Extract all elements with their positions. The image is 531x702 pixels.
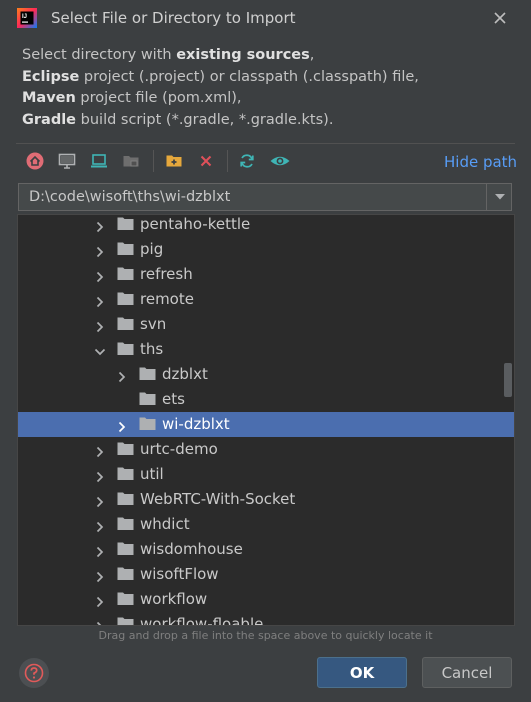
folder-icon — [117, 591, 134, 606]
tree-item-label: wi-dzblxt — [162, 415, 230, 433]
chevron-right-icon[interactable] — [94, 243, 106, 258]
import-description: Select directory with existing sources, … — [22, 45, 419, 131]
refresh-icon[interactable] — [235, 150, 259, 172]
chevron-right-icon[interactable] — [94, 568, 106, 583]
delete-icon[interactable] — [194, 150, 218, 172]
path-input[interactable] — [19, 184, 485, 210]
folder-icon — [117, 291, 134, 306]
tree-item-label: wisoftFlow — [140, 565, 219, 583]
folder-icon — [139, 416, 156, 431]
tree-item[interactable]: urtc-demo — [18, 437, 514, 462]
help-icon[interactable] — [19, 658, 49, 688]
tree-item[interactable]: remote — [18, 287, 514, 312]
tree-item[interactable]: util — [18, 462, 514, 487]
tree-item-label: workflow — [140, 590, 208, 608]
home-icon[interactable] — [23, 150, 47, 172]
description-line-1: Select directory with existing sources, — [22, 47, 315, 63]
chevron-right-icon[interactable] — [94, 268, 106, 283]
chevron-right-icon[interactable] — [94, 493, 106, 508]
tree-item-label: pentaho-kettle — [140, 215, 251, 233]
tree-item[interactable]: svn — [18, 312, 514, 337]
chevron-right-icon[interactable] — [94, 318, 106, 333]
new-folder-icon[interactable] — [162, 150, 186, 172]
tree-item-label: refresh — [140, 265, 193, 283]
tree-item[interactable]: wi-dzblxt — [18, 412, 514, 437]
directory-tree[interactable]: pentaho-kettle pig refresh remote svn ths dzbl… — [17, 214, 515, 626]
tree-item-label: dzblxt — [162, 365, 208, 383]
folder-icon — [117, 241, 134, 256]
path-combobox[interactable] — [18, 183, 512, 211]
chevron-right-icon[interactable] — [94, 543, 106, 558]
divider — [16, 143, 515, 144]
folder-icon — [117, 441, 134, 456]
tree-item[interactable]: workflow — [18, 587, 514, 612]
description-line-2: Eclipse project (.project) or classpath … — [22, 68, 419, 85]
tree-item-label: urtc-demo — [140, 440, 218, 458]
tree-item[interactable]: pentaho-kettle — [18, 215, 514, 237]
toolbar-separator — [227, 150, 228, 172]
description-line-3: Maven project file (pom.xml), — [22, 90, 242, 106]
tree-item-label: ets — [162, 390, 185, 408]
chevron-right-icon[interactable] — [94, 593, 106, 608]
chevron-down-icon[interactable] — [486, 184, 512, 210]
tree-item-label: pig — [140, 240, 164, 258]
chevron-right-icon[interactable] — [116, 368, 128, 383]
folder-icon — [117, 541, 134, 556]
folder-icon — [117, 216, 134, 231]
folder-icon — [117, 516, 134, 531]
desktop-icon[interactable] — [55, 150, 79, 172]
tree-item[interactable]: dzblxt — [18, 362, 514, 387]
chevron-right-icon[interactable] — [116, 418, 128, 433]
tree-item[interactable]: workflow-floable — [18, 612, 514, 626]
drag-drop-hint: Drag and drop a file into the space abov… — [98, 629, 433, 642]
tree-item[interactable]: ths — [18, 337, 514, 362]
svg-text:IJ: IJ — [22, 14, 27, 20]
folder-icon — [117, 341, 134, 356]
chevron-right-icon[interactable] — [94, 468, 106, 483]
tree-item[interactable]: ets — [18, 387, 514, 412]
show-hidden-icon[interactable] — [268, 150, 292, 172]
folder-icon — [139, 366, 156, 381]
ok-button[interactable]: OK — [317, 657, 407, 688]
chevron-right-icon[interactable] — [94, 443, 106, 458]
chevron-right-icon[interactable] — [94, 518, 106, 533]
close-icon[interactable] — [488, 6, 512, 30]
folder-icon — [117, 466, 134, 481]
chevron-right-icon[interactable] — [94, 618, 106, 625]
cancel-button[interactable]: Cancel — [422, 657, 512, 688]
tree-item-label: ths — [140, 340, 164, 358]
folder-icon — [117, 566, 134, 581]
tree-item-label: remote — [140, 290, 194, 308]
tree-item[interactable]: whdict — [18, 512, 514, 537]
description-line-4: Gradle build script (*.gradle, *.gradle.… — [22, 111, 334, 128]
tree-item-label: wisdomhouse — [140, 540, 243, 558]
folder-icon — [117, 266, 134, 281]
dialog-title: Select File or Directory to Import — [51, 9, 296, 27]
toolbar-separator — [153, 150, 154, 172]
folder-icon — [117, 316, 134, 331]
tree-item[interactable]: WebRTC-With-Socket — [18, 487, 514, 512]
tree-item[interactable]: wisdomhouse — [18, 537, 514, 562]
chevron-right-icon[interactable] — [94, 293, 106, 308]
tree-item-label: workflow-floable — [140, 615, 264, 626]
tree-item-label: WebRTC-With-Socket — [140, 490, 296, 508]
module-icon[interactable] — [119, 150, 143, 172]
folder-icon — [117, 616, 134, 625]
intellij-idea-icon: IJ — [17, 8, 37, 28]
chevron-right-icon[interactable] — [94, 218, 106, 233]
title-bar: IJ Select File or Directory to Import — [0, 0, 531, 36]
tree-item-label: util — [140, 465, 164, 483]
tree-item[interactable]: refresh — [18, 262, 514, 287]
folder-icon — [117, 491, 134, 506]
tree-scrollbar[interactable] — [504, 363, 512, 397]
tree-item-label: svn — [140, 315, 167, 333]
tree-item-label: whdict — [140, 515, 190, 533]
project-icon[interactable] — [87, 150, 111, 172]
folder-icon — [139, 391, 156, 406]
hide-path-link[interactable]: Hide path — [444, 153, 517, 171]
tree-item[interactable]: wisoftFlow — [18, 562, 514, 587]
chevron-down-icon[interactable] — [94, 343, 106, 356]
tree-item[interactable]: pig — [18, 237, 514, 262]
